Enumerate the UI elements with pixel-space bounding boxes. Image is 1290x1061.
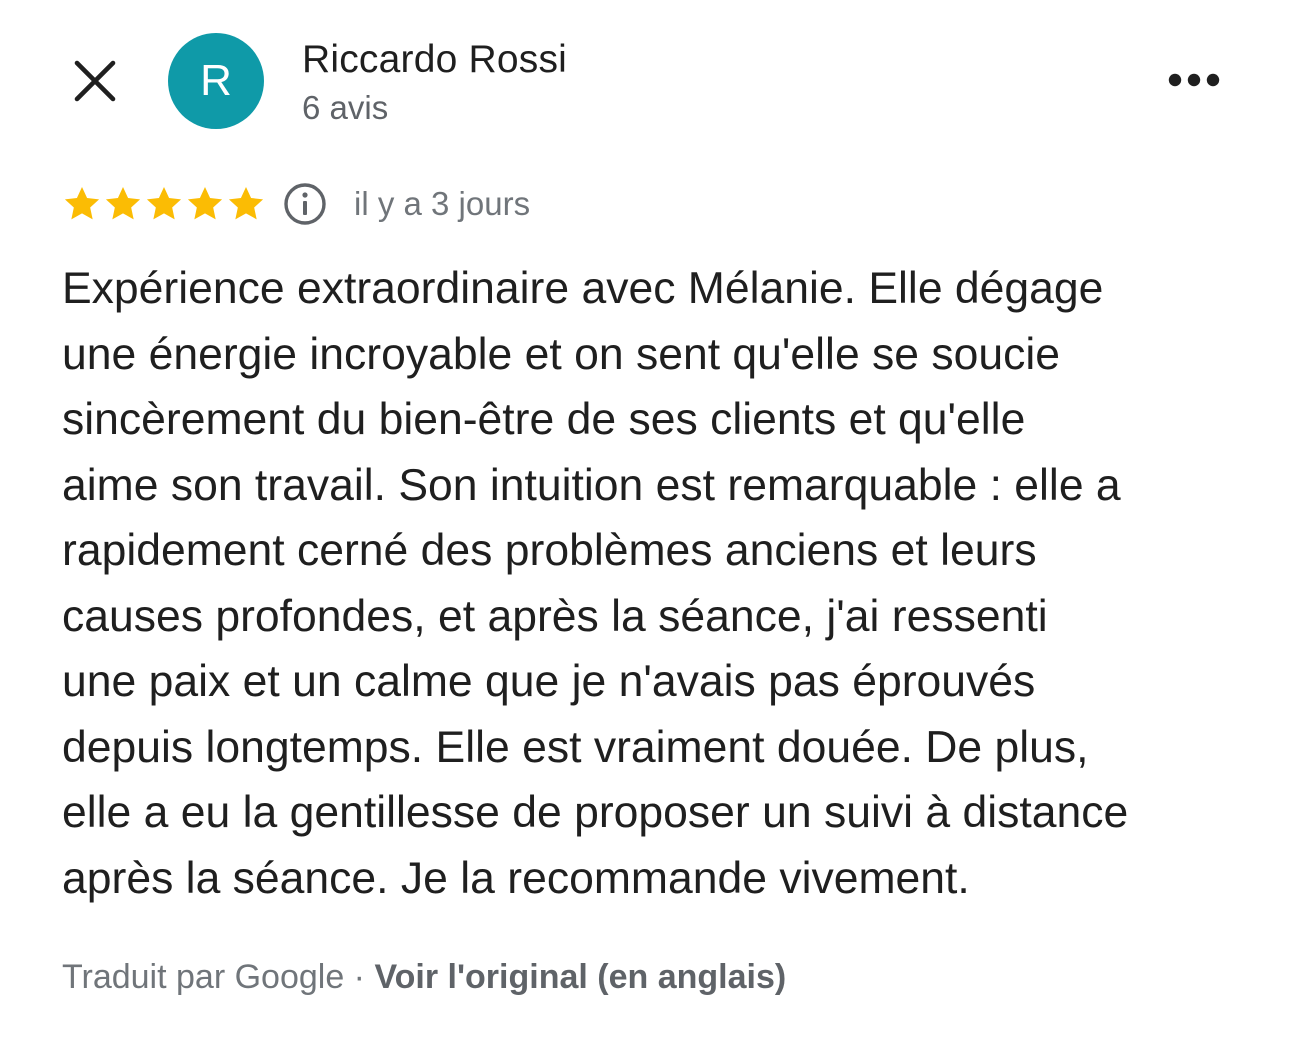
- review-card: R Riccardo Rossi 6 avis il y a 3 jours E…: [0, 0, 1290, 1061]
- see-original-link[interactable]: Voir l'original (en anglais): [374, 958, 786, 996]
- review-date: il y a 3 jours: [354, 185, 531, 222]
- translated-by-label: Traduit par Google: [62, 958, 345, 996]
- review-text-line: sincèrement du bien-être de ses clients …: [62, 395, 1026, 444]
- star-icon: [144, 184, 184, 224]
- close-icon: [74, 60, 116, 102]
- more-horizontal-icon: [1168, 73, 1220, 87]
- review-text-line: après la séance. Je la recommande viveme…: [62, 853, 970, 903]
- info-button[interactable]: [282, 181, 328, 227]
- review-text-line: aime son travail. Son intuition est rema…: [62, 460, 1121, 510]
- review-text-line: causes profondes, et après la séance, j'…: [62, 591, 1048, 641]
- review-text-line: elle a eu la gentillesse de proposer un …: [62, 788, 1129, 837]
- review-count: 6 avis: [302, 89, 389, 126]
- review-text-line: une énergie incroyable et on sent qu'ell…: [62, 329, 1061, 379]
- info-icon: [284, 183, 326, 225]
- star-icon: [185, 184, 225, 224]
- review-text-line: depuis longtemps. Elle est vraiment doué…: [62, 722, 1089, 772]
- star-icon: [62, 184, 102, 224]
- translation-footer: Traduit par Google · Voir l'original (en…: [62, 958, 786, 997]
- avatar[interactable]: R: [168, 33, 264, 129]
- close-button[interactable]: [62, 48, 128, 114]
- rating-row: il y a 3 jours: [62, 178, 530, 230]
- star-icon: [226, 184, 266, 224]
- avatar-letter: R: [200, 56, 232, 105]
- review-text-line: Expérience extraordinaire avec Mélanie. …: [62, 264, 1104, 313]
- more-options-button[interactable]: [1160, 56, 1228, 104]
- review-text-line: une paix et un calme que je n'avais pas …: [62, 657, 1036, 706]
- review-text: Expérience extraordinaire avec Mélanie. …: [62, 256, 1242, 911]
- star-icon: [103, 184, 143, 224]
- review-text-line: rapidement cerné des problèmes anciens e…: [62, 526, 1037, 575]
- star-rating: [62, 184, 266, 224]
- footer-separator: ·: [344, 958, 375, 996]
- reviewer-name[interactable]: Riccardo Rossi: [302, 38, 567, 82]
